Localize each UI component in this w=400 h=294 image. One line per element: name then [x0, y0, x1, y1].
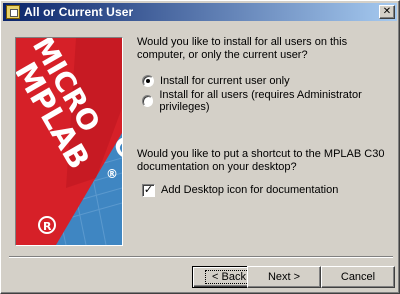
next-button-label: Next >	[267, 271, 301, 283]
back-button-label: < Back	[205, 270, 253, 284]
desktop-icon-checkbox[interactable]: ✓ Add Desktop icon for documentation	[142, 183, 338, 197]
radio-current-user-label: Install for current user only	[160, 75, 290, 87]
mplab-logo-graphic: MICRO MPLAB ® C R	[16, 38, 122, 245]
next-button[interactable]: Next >	[247, 266, 321, 288]
desktop-icon-checkbox-box[interactable]: ✓	[142, 183, 155, 197]
title-bar[interactable]: All or Current User ✕	[3, 3, 397, 21]
desktop-icon-checkbox-label: Add Desktop icon for documentation	[161, 184, 339, 196]
radio-all-users-label: Install for all users (requires Administ…	[159, 89, 362, 113]
dialog-window: All or Current User ✕ MICRO MPLAB ® C R	[0, 0, 400, 294]
window-title: All or Current User	[24, 5, 134, 19]
radio-current-user-button[interactable]	[142, 75, 154, 87]
cancel-button-label: Cancel	[340, 271, 376, 283]
svg-text:R: R	[43, 220, 52, 233]
radio-current-user[interactable]: Install for current user only	[142, 74, 290, 88]
logo-trademark: ®	[106, 167, 118, 181]
shortcut-question: Would you like to put a shortcut to the …	[137, 148, 385, 173]
radio-all-users-button[interactable]	[142, 95, 154, 107]
install-scope-question: Would you like to install for all users …	[137, 36, 348, 61]
installer-icon	[6, 5, 20, 19]
close-button[interactable]: ✕	[379, 5, 395, 19]
product-banner-image: MICRO MPLAB ® C R	[15, 37, 123, 246]
radio-all-users[interactable]: Install for all users (requires Administ…	[142, 89, 399, 113]
button-separator	[9, 256, 393, 258]
cancel-button[interactable]: Cancel	[321, 266, 395, 288]
